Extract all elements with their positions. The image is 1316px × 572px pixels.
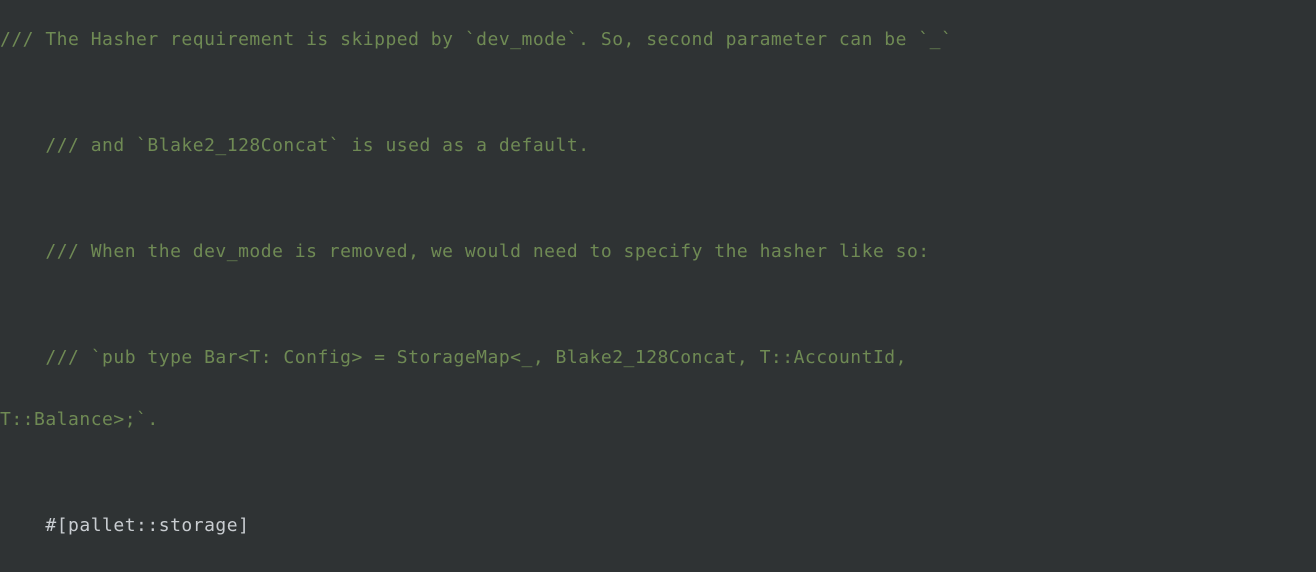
doc-comment: T::Balance>;`. xyxy=(0,409,159,430)
code-line: /// When the dev_mode is removed, we wou… xyxy=(0,230,1316,274)
doc-comment: /// and `Blake2_128Concat` is used as a … xyxy=(45,135,589,156)
code-line: #[pallet::storage] xyxy=(0,504,1316,548)
blank-line xyxy=(0,91,11,112)
code-block: /// The Hasher requirement is skipped by… xyxy=(0,0,1316,572)
blank-line xyxy=(0,471,11,492)
indent xyxy=(0,336,45,380)
code-line: /// The Hasher requirement is skipped by… xyxy=(0,18,1316,62)
code-line: T::Balance>;`. xyxy=(0,398,1316,442)
blank-line xyxy=(0,197,11,218)
indent xyxy=(0,230,45,274)
indent xyxy=(0,124,45,168)
doc-comment: /// When the dev_mode is removed, we wou… xyxy=(45,241,929,262)
code-line: /// and `Blake2_128Concat` is used as a … xyxy=(0,124,1316,168)
doc-comment: /// The Hasher requirement is skipped by… xyxy=(0,29,952,50)
doc-comment: /// `pub type Bar<T: Config> = StorageMa… xyxy=(45,347,907,368)
blank-line xyxy=(0,303,11,324)
attribute: #[pallet::storage] xyxy=(45,515,249,536)
code-line: /// `pub type Bar<T: Config> = StorageMa… xyxy=(0,336,1316,380)
indent xyxy=(0,504,45,548)
